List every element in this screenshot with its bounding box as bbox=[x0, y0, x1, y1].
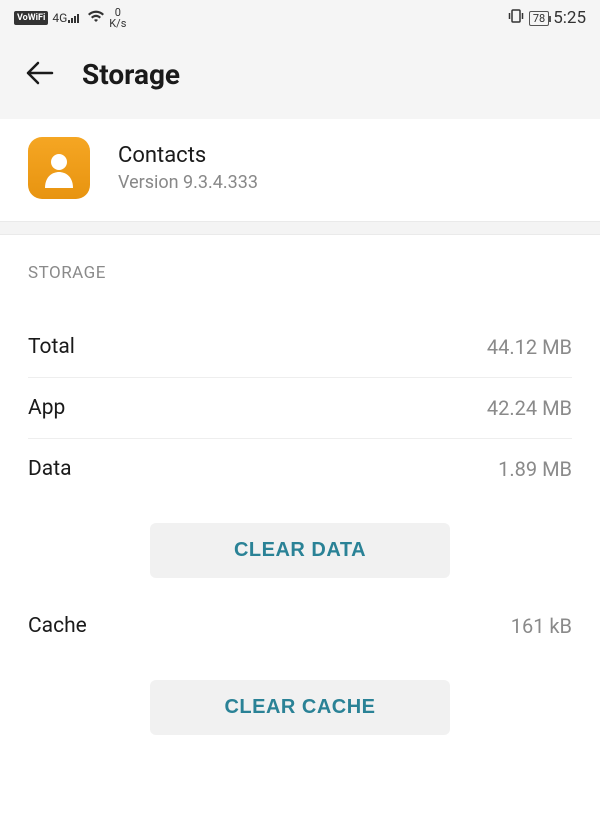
row-data-label: Data bbox=[28, 457, 72, 481]
row-total-value: 44.12 MB bbox=[487, 335, 572, 359]
section-label: STORAGE bbox=[28, 263, 572, 283]
speed-indicator: 0 K/s bbox=[109, 7, 126, 29]
row-app-label: App bbox=[28, 396, 65, 420]
app-info-row: Contacts Version 9.3.4.333 bbox=[0, 119, 600, 221]
clear-cache-row: CLEAR CACHE bbox=[28, 656, 572, 767]
row-cache-value: 161 kB bbox=[511, 614, 572, 638]
storage-section: STORAGE Total 44.12 MB App 42.24 MB Data… bbox=[0, 235, 600, 767]
row-cache-label: Cache bbox=[28, 614, 87, 638]
wifi-icon bbox=[87, 9, 105, 27]
clear-data-button[interactable]: CLEAR DATA bbox=[150, 523, 450, 578]
clear-cache-button[interactable]: CLEAR CACHE bbox=[150, 680, 450, 735]
page-title: Storage bbox=[82, 58, 180, 91]
row-data: Data 1.89 MB bbox=[28, 439, 572, 499]
status-left: VoWiFi 4G 0 K/s bbox=[14, 7, 126, 29]
row-total: Total 44.12 MB bbox=[28, 317, 572, 377]
clear-data-row: CLEAR DATA bbox=[28, 499, 572, 610]
vowifi-icon: VoWiFi bbox=[14, 11, 48, 25]
app-name: Contacts bbox=[118, 143, 258, 168]
clock: 5:25 bbox=[553, 8, 586, 28]
network-icon: 4G bbox=[52, 11, 83, 25]
row-data-value: 1.89 MB bbox=[498, 457, 572, 481]
header: Storage bbox=[0, 36, 600, 119]
row-total-label: Total bbox=[28, 335, 75, 359]
status-bar: VoWiFi 4G 0 K/s 78 5:25 bbox=[0, 0, 600, 36]
status-right: 78 5:25 bbox=[507, 8, 586, 28]
contacts-app-icon bbox=[28, 137, 90, 199]
section-separator bbox=[0, 221, 600, 235]
row-app-value: 42.24 MB bbox=[487, 396, 572, 420]
row-app: App 42.24 MB bbox=[28, 378, 572, 438]
app-version: Version 9.3.4.333 bbox=[118, 172, 258, 193]
vibrate-icon bbox=[507, 8, 525, 28]
battery-icon: 78 bbox=[529, 11, 549, 26]
back-arrow-icon[interactable] bbox=[24, 60, 54, 90]
row-cache: Cache 161 kB bbox=[28, 610, 572, 656]
